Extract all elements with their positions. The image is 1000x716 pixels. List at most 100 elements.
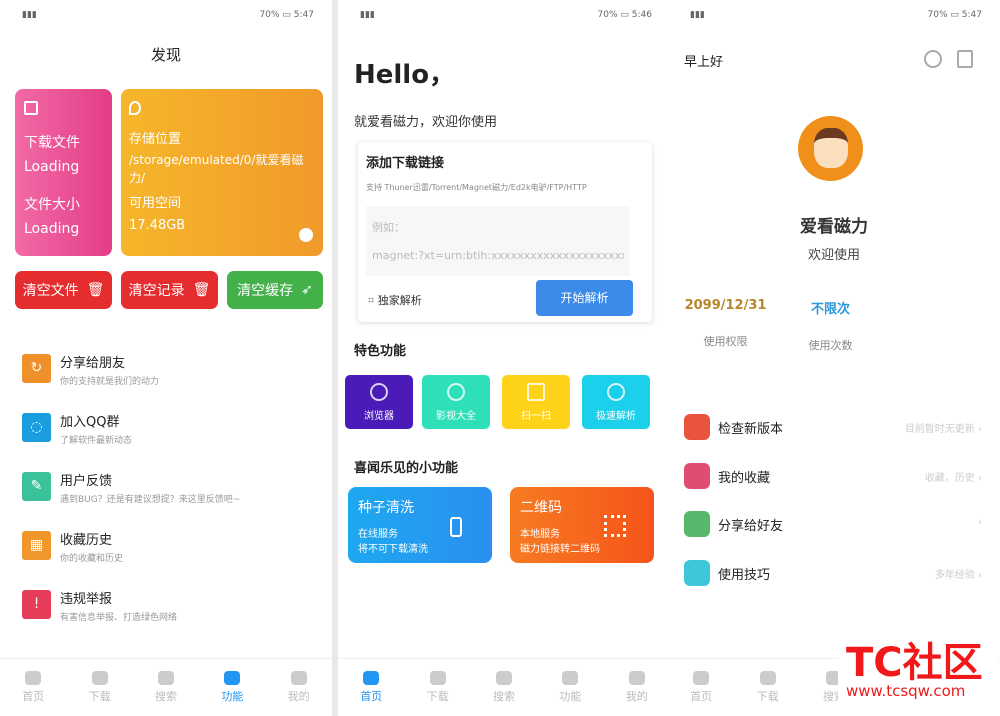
watermark-url: www.tcsqw.com [846,682,966,700]
label: 检查新版本 [718,422,784,437]
subtitle: 有害信息举报、打造绿色网络 [60,613,178,623]
nav-me[interactable]: 我的 [274,671,324,704]
label: 功能 [221,690,244,703]
value: Loading [24,221,80,237]
label: 文件大小 [24,197,80,213]
nav-download[interactable]: 下载 [413,671,463,704]
share-icon: ↻ [22,354,51,383]
value: Loading [24,159,80,175]
trash-icon: 🗑 [192,282,211,298]
card-title: 添加下载链接 [366,156,445,171]
nav-features[interactable]: 功能 [545,671,595,704]
chevron-right-icon: › [978,570,982,581]
settings-icon[interactable] [924,50,942,68]
hello-heading: Hello， [354,60,456,90]
label: 存储位置 [129,132,182,147]
label: 使用技巧 [718,568,771,583]
stat-usage: 不限次 使用次数 [783,298,878,353]
user-icon [684,463,710,489]
bottom-nav: 首页 下载 搜索 功能 我的 [338,658,670,716]
title: 加入QQ群 [60,415,120,430]
title: 种子清洗 [358,500,414,516]
start-parse-button[interactable]: 开始解析 [536,280,633,316]
list-item-qq[interactable]: ◌ 加入QQ群了解软件最新动态 [22,411,322,451]
nav-search[interactable]: 搜索 [141,671,191,704]
logout-icon[interactable] [957,50,973,68]
chevron-right-icon: › [978,473,982,484]
qrcode-card[interactable]: 二维码 本地服务 磁力链接转二维码 [510,487,654,563]
discover-screen: ▮▮▮ 70% ▭ 5:47 发现 下载文件 Loading 文件大小 Loadi… [0,0,332,716]
list-item-report[interactable]: ! 违规举报 有害信息举报、打造绿色网络 [22,588,322,628]
link-input[interactable]: 例如： magnet:?xt=urn:btih:xxxxxxxxxxxxxxxxx… [366,206,630,276]
menu-favorites[interactable]: 我的收藏 收藏，历史 › [684,461,982,495]
list-item-share[interactable]: ↻ 分享给朋友 你的支持就是我们的动力 [22,352,322,392]
feature-fast-parse[interactable]: 极速解析 [582,375,650,429]
chat-icon [684,560,710,586]
label: 极速解析 [596,411,636,422]
label: 使用权限 [703,335,748,348]
section-title: 特色功能 [354,344,407,359]
status-bar: ▮▮▮ 70% ▭ 5:47 [690,10,982,20]
label: 下载 [426,690,449,703]
trash-icon: 🗑 [86,282,105,298]
compass-icon [370,383,388,401]
status-bar: ▮▮▮ 70% ▭ 5:47 [22,10,314,20]
subtitle: 了解软件最新动态 [60,436,133,446]
subtitle: 遇到BUG？还是有建议想提？来这里反馈吧~ [60,495,241,505]
nav-home[interactable]: 首页 [346,671,396,704]
feather-icon: ✎ [22,472,51,501]
clear-files-button[interactable]: 清空文件 🗑 [15,271,112,309]
seed-clean-card[interactable]: 种子清洗 在线服务 将不可下载清洗 [348,487,492,563]
label: 搜索 [154,690,177,703]
title: 收藏历史 [60,533,113,548]
gear-icon[interactable] [299,228,313,242]
storage-card[interactable]: 存储位置 /storage/emulated/0/就爱看磁力/ 可用空间 17.… [121,89,323,256]
label: 清空缓存 [237,283,294,299]
nav-search[interactable]: 搜索 [479,671,529,704]
nav-me[interactable]: 我的 [612,671,662,704]
nav-download[interactable]: 下载 [743,671,793,704]
feature-scan[interactable]: 扫一扫 [502,375,570,429]
hint: 目前暂时无更新 [904,424,975,435]
signal-icon: ▮▮▮ [360,10,375,20]
battery-text: 70% [259,10,280,20]
signal-icon: ▮▮▮ [690,10,705,20]
support-text: 支持 Thuner迅雷/Torrent/Magnet磁力/Ed2k电驴/FTP/… [366,183,587,192]
windows-icon: ▦ [22,531,51,560]
nav-download[interactable]: 下载 [75,671,125,704]
feature-browser[interactable]: 浏览器 [345,375,413,429]
title: 分享给朋友 [60,356,126,371]
hint: 收藏，历史 [924,473,975,484]
download-info-card[interactable]: 下载文件 Loading 文件大小 Loading [15,89,112,256]
avatar[interactable] [798,116,863,181]
clear-cache-button[interactable]: 清空缓存 ➶ [227,271,323,309]
value: 不限次 [810,302,850,317]
time-text: 5:47 [293,10,314,20]
nav-home[interactable]: 首页 [676,671,726,704]
time-text: 5:46 [631,10,652,20]
clear-records-button[interactable]: 清空记录 🗑 [121,271,218,309]
list-item-history[interactable]: ▦ 收藏历史你的收藏和历史 [22,529,322,569]
storage-path: /storage/emulated/0/就爱看磁力/ [129,153,304,185]
scan-icon: ⌗ [368,294,378,307]
qq-icon: ◌ [22,413,51,442]
home-icon [693,671,710,685]
home-icon [363,671,380,685]
feature-movies[interactable]: 影视大全 [422,375,490,429]
list-item-feedback[interactable]: ✎ 用户反馈 遇到BUG？还是有建议想提？来这里反馈吧~ [22,470,322,510]
nav-home[interactable]: 首页 [8,671,58,704]
subtitle: 你的收藏和历史 [60,554,124,564]
stat-expiry: 2099/12/31 使用权限 [678,298,773,349]
status-bar: ▮▮▮ 70% ▭ 5:46 [360,10,652,20]
menu-check-update[interactable]: 检查新版本 目前暂时无更新 › [684,412,982,446]
menu-tips[interactable]: 使用技巧 多年经验 › [684,558,982,592]
welcome-text: 欢迎使用 [807,248,860,263]
label: 扫一扫 [521,411,551,422]
chevron-right-icon: › [978,517,982,528]
exclusive-parse[interactable]: ⌗ 独家解析 [368,292,422,308]
menu-share[interactable]: 分享给好友 › [684,509,982,543]
nav-features[interactable]: 功能 [207,671,257,704]
cloud-icon [607,383,625,401]
user-icon [290,671,307,685]
label: 我的 [625,690,648,703]
